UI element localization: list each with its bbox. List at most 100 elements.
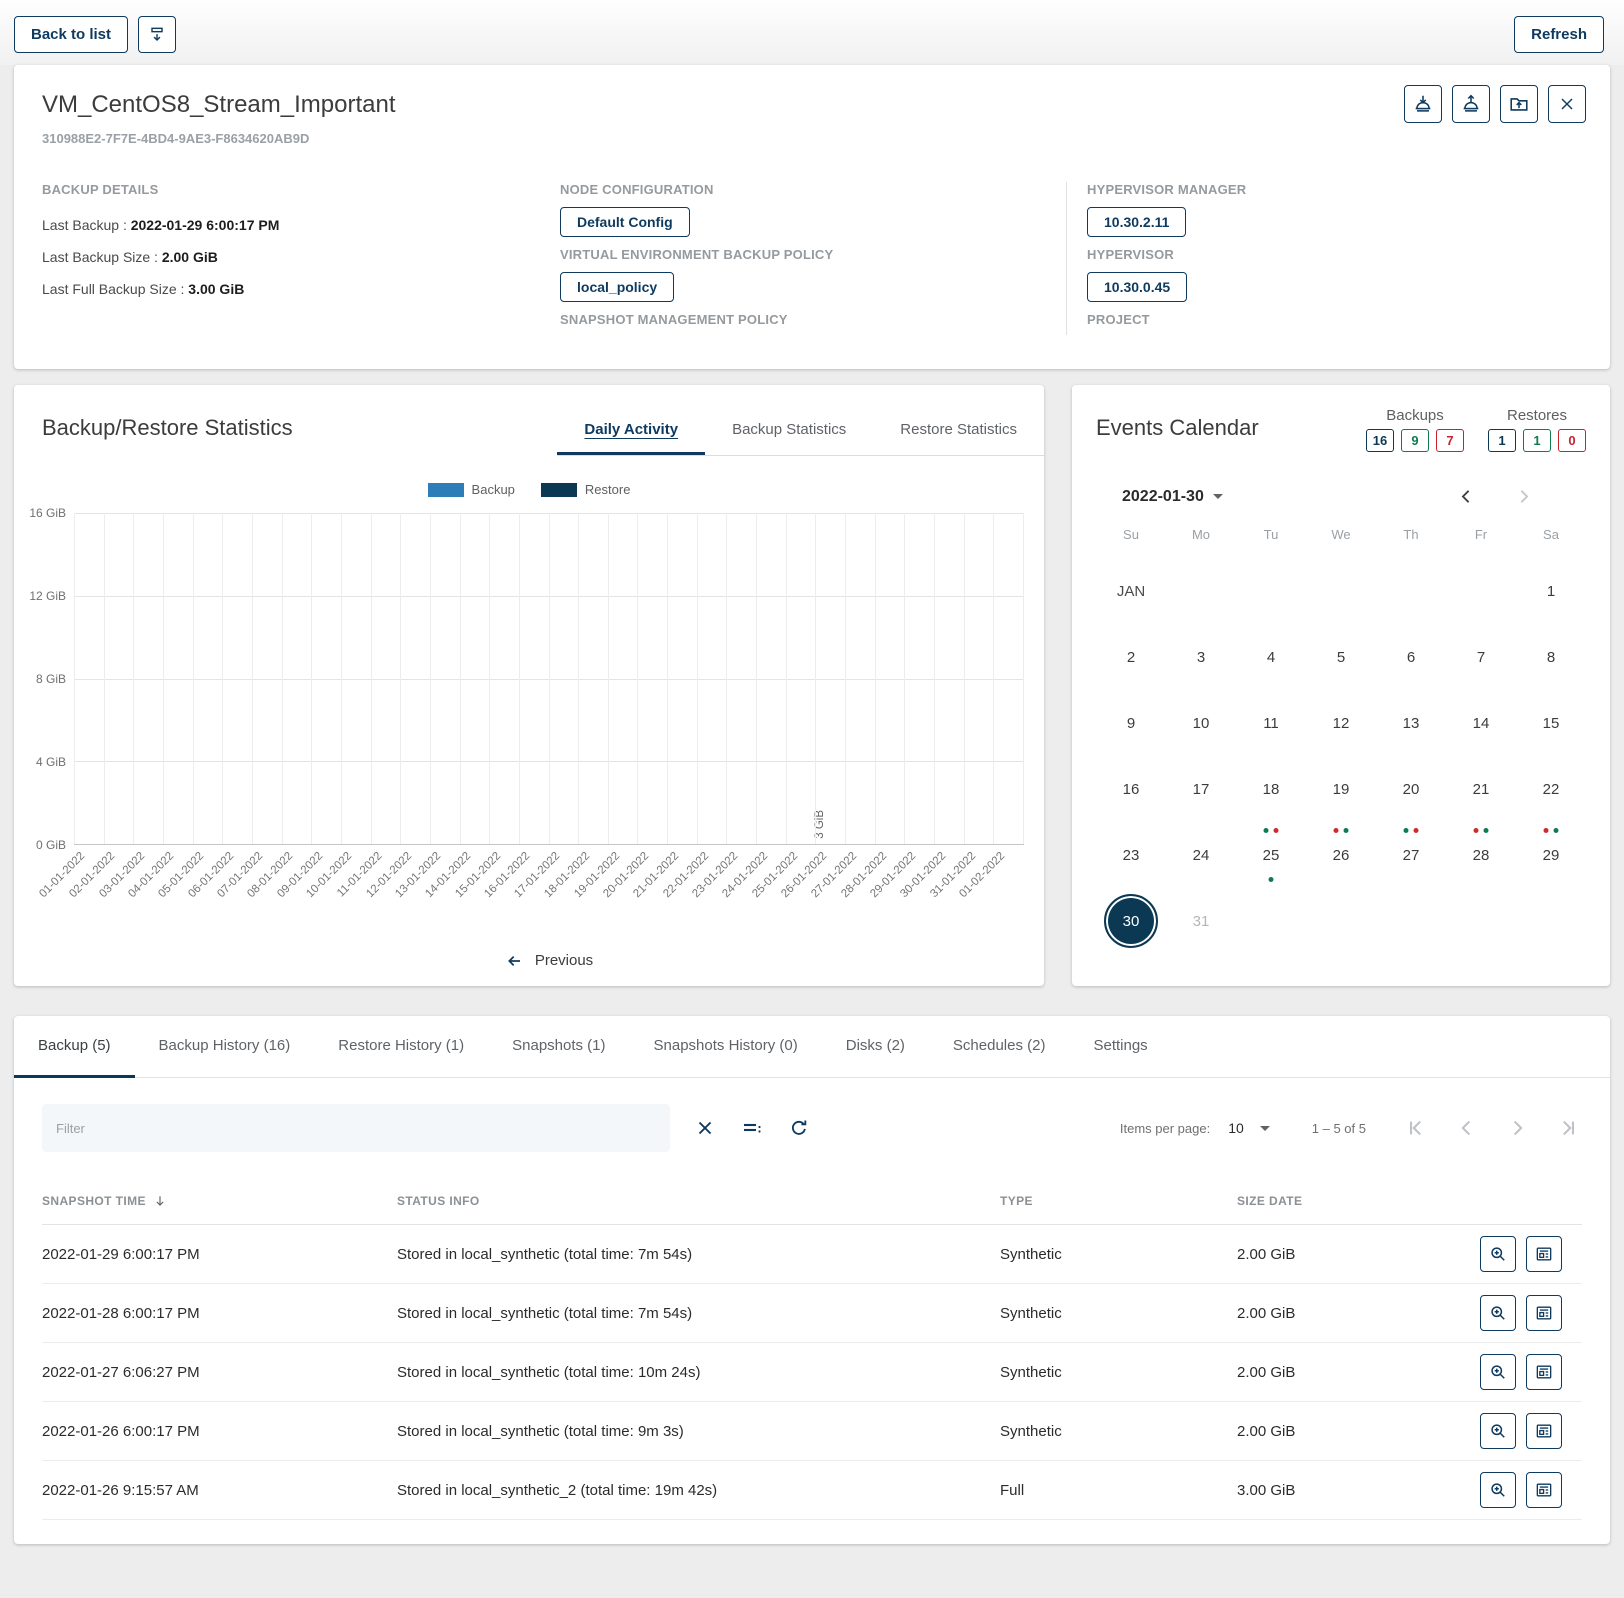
export-button[interactable] (1500, 85, 1538, 123)
first-page-button[interactable] (1402, 1113, 1432, 1143)
calendar-prev-button[interactable] (1456, 486, 1477, 507)
prev-page-button[interactable] (1452, 1113, 1482, 1143)
previous-button[interactable]: Previous (499, 951, 599, 970)
tab-daily-activity[interactable]: Daily Activity (557, 407, 705, 455)
report-button[interactable] (1526, 1295, 1562, 1331)
report-button[interactable] (1526, 1236, 1562, 1272)
magnify-plus-button[interactable] (1480, 1295, 1516, 1331)
chart-slot (845, 513, 875, 844)
calendar-day-30[interactable]: 30 (1104, 894, 1158, 948)
calendar-day-7[interactable]: 7 (1446, 624, 1516, 690)
tab-settings[interactable]: Settings (1069, 1016, 1171, 1078)
calendar-day-18[interactable]: 18 (1236, 756, 1306, 822)
calendar-day-13[interactable]: 13 (1376, 690, 1446, 756)
calendar-day-6[interactable]: 6 (1376, 624, 1446, 690)
filter-input[interactable] (42, 1104, 670, 1152)
tab-snapshots-history-0[interactable]: Snapshots History (0) (630, 1016, 822, 1078)
calendar-day-4[interactable]: 4 (1236, 624, 1306, 690)
calendar-cell: 28 (1446, 822, 1516, 888)
calendar-day-12[interactable]: 12 (1306, 690, 1376, 756)
calendar-day-15[interactable]: 15 (1516, 690, 1586, 756)
calendar-day-2[interactable]: 2 (1096, 624, 1166, 690)
calendar-day-14[interactable]: 14 (1446, 690, 1516, 756)
calendar-day-3[interactable]: 3 (1166, 624, 1236, 690)
close-button[interactable] (1548, 85, 1586, 123)
date-selector-label: 2022-01-30 (1122, 488, 1204, 506)
tab-schedules-2[interactable]: Schedules (2) (929, 1016, 1070, 1078)
reload-table-button[interactable] (784, 1113, 814, 1143)
event-dots-top (1404, 828, 1419, 833)
calendar-day-24[interactable]: 24 (1166, 822, 1236, 888)
tab-snapshots-1[interactable]: Snapshots (1) (488, 1016, 629, 1078)
calendar-day-25[interactable]: 25 (1236, 822, 1306, 888)
backup-button[interactable] (1404, 85, 1442, 123)
column-header-size-date[interactable]: SIZE DATE (1237, 1194, 1477, 1208)
column-header-status-info[interactable]: STATUS INFO (397, 1194, 1000, 1208)
calendar-day-26[interactable]: 26 (1306, 822, 1376, 888)
magnify-plus-button[interactable] (1480, 1413, 1516, 1449)
columns-button[interactable] (736, 1112, 768, 1144)
tab-disks-2[interactable]: Disks (2) (822, 1016, 929, 1078)
calendar-day-9[interactable]: 9 (1096, 690, 1166, 756)
tab-backup-5[interactable]: Backup (5) (14, 1016, 135, 1078)
cell-status-info: Stored in local_synthetic (total time: 1… (397, 1364, 1000, 1381)
node-configuration-chip[interactable]: Default Config (560, 207, 690, 237)
legend-item-restore: Restore (541, 482, 631, 497)
calendar-day-19[interactable]: 19 (1306, 756, 1376, 822)
calendar-cell: 5 (1306, 624, 1376, 690)
calendar-day-27[interactable]: 27 (1376, 822, 1446, 888)
calendar-day-17[interactable]: 17 (1166, 756, 1236, 822)
calendar-day-29[interactable]: 29 (1516, 822, 1586, 888)
calendar-day-22[interactable]: 22 (1516, 756, 1586, 822)
chart-slot (519, 513, 549, 844)
calendar-day-5[interactable]: 5 (1306, 624, 1376, 690)
magnify-plus-button[interactable] (1480, 1354, 1516, 1390)
weekday-label: Su (1096, 519, 1166, 558)
calendar-week-row: JAN1 (1096, 558, 1586, 624)
calendar-day-8[interactable]: 8 (1516, 624, 1586, 690)
day-number: 10 (1193, 715, 1210, 732)
next-page-button[interactable] (1502, 1113, 1532, 1143)
report-icon (1534, 1480, 1554, 1500)
items-per-page-select[interactable]: 10 (1222, 1119, 1276, 1137)
last-page-button[interactable] (1552, 1113, 1582, 1143)
calendar-day-28[interactable]: 28 (1446, 822, 1516, 888)
restore-button[interactable] (1452, 85, 1490, 123)
report-button[interactable] (1526, 1354, 1562, 1390)
items-per-page: Items per page: 10 (1120, 1119, 1276, 1137)
hypervisor-chip[interactable]: 10.30.0.45 (1087, 272, 1187, 302)
tab-restore-statistics[interactable]: Restore Statistics (873, 407, 1044, 455)
calendar-day-1[interactable]: 1 (1516, 558, 1586, 624)
column-header-label: STATUS INFO (397, 1194, 480, 1208)
column-header-snapshot-time[interactable]: SNAPSHOT TIME (42, 1194, 397, 1208)
hypervisor-manager-chip[interactable]: 10.30.2.11 (1087, 207, 1186, 237)
table-row: 2022-01-28 6:00:17 PMStored in local_syn… (42, 1284, 1582, 1343)
magnify-plus-button[interactable] (1480, 1236, 1516, 1272)
calendar-day-16[interactable]: 16 (1096, 756, 1166, 822)
pagination: Items per page: 10 1 – 5 of 5 (1120, 1113, 1582, 1143)
report-button[interactable] (1526, 1472, 1562, 1508)
calendar-day-21[interactable]: 21 (1446, 756, 1516, 822)
weekday-label: Mo (1166, 519, 1236, 558)
calendar-day-31[interactable]: 31 (1166, 888, 1236, 954)
clear-filter-button[interactable] (690, 1113, 720, 1143)
calendar-next-button[interactable] (1513, 486, 1534, 507)
ve-backup-policy-chip[interactable]: local_policy (560, 272, 674, 302)
date-selector[interactable]: 2022-01-30 (1116, 487, 1229, 507)
pin-header-button[interactable] (138, 16, 176, 53)
tab-restore-history-1[interactable]: Restore History (1) (314, 1016, 488, 1078)
calendar-cell: 22 (1516, 756, 1586, 822)
refresh-button[interactable]: Refresh (1514, 16, 1604, 53)
calendar-cell: 13 (1376, 690, 1446, 756)
tab-backup-statistics[interactable]: Backup Statistics (705, 407, 873, 455)
table-row: 2022-01-29 6:00:17 PMStored in local_syn… (42, 1225, 1582, 1284)
back-to-list-button[interactable]: Back to list (14, 16, 128, 53)
calendar-day-20[interactable]: 20 (1376, 756, 1446, 822)
column-header-type[interactable]: TYPE (1000, 1194, 1237, 1208)
tab-backup-history-16[interactable]: Backup History (16) (135, 1016, 315, 1078)
magnify-plus-button[interactable] (1480, 1472, 1516, 1508)
calendar-day-23[interactable]: 23 (1096, 822, 1166, 888)
calendar-day-11[interactable]: 11 (1236, 690, 1306, 756)
report-button[interactable] (1526, 1413, 1562, 1449)
calendar-day-10[interactable]: 10 (1166, 690, 1236, 756)
